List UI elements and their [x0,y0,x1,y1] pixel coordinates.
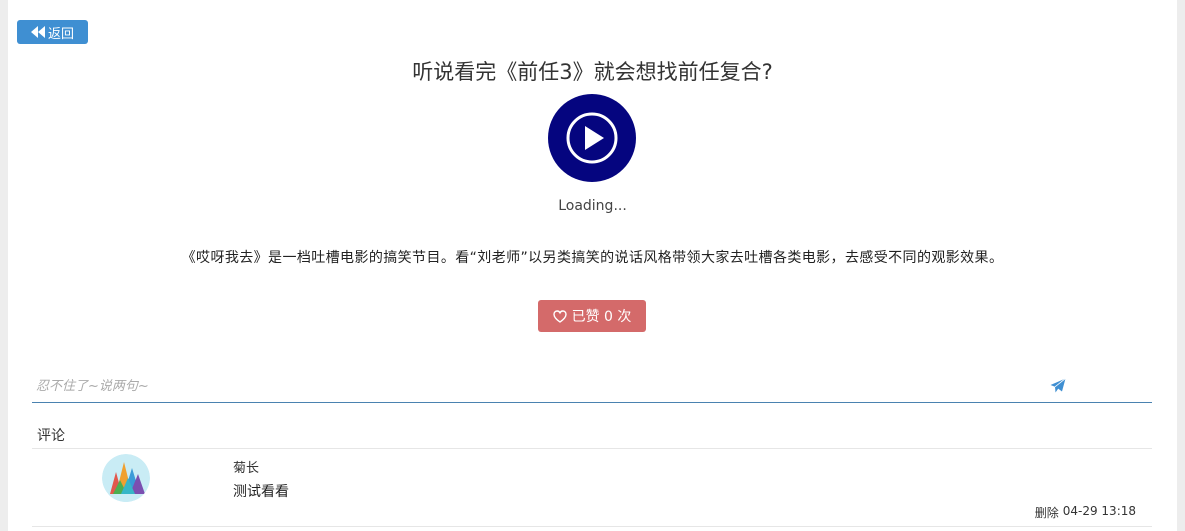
heart-outline-icon [552,309,567,323]
comment-form [32,372,1152,403]
divider [32,448,1152,449]
comment-username: 菊长 [233,461,260,476]
comment-meta: 删除 04-29 13:18 [1035,504,1136,521]
comment-text: 测试看看 [233,484,289,500]
loading-text: Loading... [558,198,627,214]
comments-section-label: 评论 [37,428,65,444]
backward-icon [30,26,45,38]
delete-comment-link[interactable]: 删除 [1035,504,1059,521]
video-player[interactable] [548,94,636,182]
play-circle-icon[interactable] [564,110,620,166]
video-title: 听说看完《前任3》就会想找前任复合? [412,60,773,84]
back-button-label: 返回 [47,26,74,42]
divider [32,526,1152,527]
back-button[interactable]: 返回 [17,20,88,44]
like-button[interactable]: 已赞 0 次 [538,300,646,332]
comment-input[interactable] [36,374,1016,398]
like-button-label: 已赞 0 次 [571,309,632,325]
video-description: 《哎呀我去》是一档吐槽电影的搞笑节目。看“刘老师”以另类搞笑的说话风格带领大家去… [181,250,1004,266]
comment-time: 04-29 13:18 [1062,504,1136,518]
paper-plane-icon[interactable] [1050,378,1066,394]
page: 返回 听说看完《前任3》就会想找前任复合? Loading... 《哎呀我去》是… [8,0,1177,531]
avatar[interactable] [102,454,150,502]
